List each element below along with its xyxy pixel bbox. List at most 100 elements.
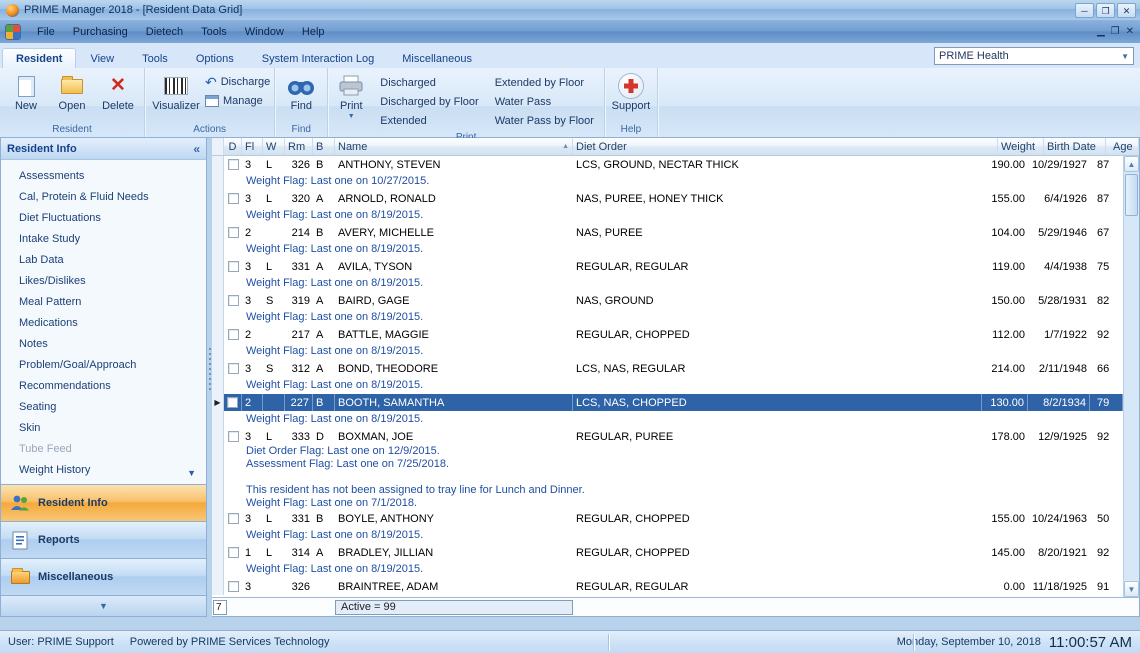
print-button[interactable]: Print ▼ [332,70,370,120]
column-header-name[interactable]: Name ▲ [335,138,573,155]
scroll-down-icon[interactable]: ▼ [1124,581,1139,597]
column-header-rm[interactable]: Rm [285,138,313,155]
row-checkbox[interactable] [227,159,239,170]
cell-rm: 333 [291,430,310,443]
menu-item-window[interactable]: Window [236,23,293,41]
mdi-minimize-icon[interactable]: ▁ [1097,26,1105,37]
grid-row[interactable]: 2 217 A BATTLE, MAGGIE REGULAR, CHOPPED 112.0… [212,326,1123,343]
grid-row[interactable]: 3 S 319 A BAIRD, GAGE NAS, GROUND 150.00 5/28/1… [212,292,1123,309]
profile-dropdown[interactable]: PRIME Health ▼ [934,47,1134,65]
tab-options[interactable]: Options [182,48,248,68]
sidebar-item-weight-history[interactable]: Weight History [1,460,206,481]
manage-button[interactable]: Manage [205,95,270,107]
row-checkbox[interactable] [227,261,239,272]
sidebar-item-cal-protein-fluid-needs[interactable]: Cal, Protein & Fluid Needs [1,187,206,208]
sidebar-item-notes[interactable]: Notes [1,334,206,355]
close-icon[interactable]: ✕ [1117,2,1136,18]
column-header-diet-order[interactable]: Diet Order [573,138,998,155]
column-header-w[interactable]: W [263,138,285,155]
sidebar-nav-resident-info[interactable]: Resident Info [1,484,206,521]
column-header-fl[interactable]: Fl [242,138,263,155]
print-option-extended-by-floor[interactable]: Extended by Floor [495,74,594,93]
collapse-left-icon[interactable]: « [193,142,200,156]
sidebar-item-skin[interactable]: Skin [1,418,206,439]
visualizer-button[interactable]: Visualizer [149,70,203,112]
cell-name: ARNOLD, RONALD [338,192,436,205]
scroll-up-icon[interactable]: ▲ [1124,156,1139,172]
grid-row[interactable]: 3 L 320 A ARNOLD, RONALD NAS, PUREE, HONEY TH… [212,190,1123,207]
print-option-discharged[interactable]: Discharged [380,74,478,93]
sidebar-item-medications[interactable]: Medications [1,313,206,334]
flag-line: Assessment Flag: Last one on 7/25/2018. [246,458,450,470]
sidebar-item-recommendations[interactable]: Recommendations [1,376,206,397]
row-checkbox[interactable] [227,431,239,442]
row-checkbox[interactable] [227,397,238,408]
grid-row[interactable]: 1 L 314 A BRADLEY, JILLIAN REGULAR, CHOPPED 14… [212,544,1123,561]
column-header-b[interactable]: B [313,138,335,155]
chevron-down-icon[interactable]: ▼ [1,595,206,616]
minimize-icon[interactable]: ─ [1075,2,1094,18]
sidebar-item-assessments[interactable]: Assessments [1,166,206,187]
status-powered: Powered by PRIME Services Technology [129,636,330,648]
tab-resident[interactable]: Resident [2,48,77,68]
tab-tools[interactable]: Tools [128,48,182,68]
delete-button[interactable]: ✕ Delete [96,70,140,113]
mdi-close-icon[interactable]: ✕ [1126,26,1134,37]
row-checkbox[interactable] [227,329,239,340]
row-checkbox[interactable] [227,363,239,374]
sidebar-item-likes-dislikes[interactable]: Likes/Dislikes [1,271,206,292]
flag-text: Weight Flag: Last one on 8/19/2015. [224,527,423,544]
grid-row[interactable]: 3 L 331 A AVILA, TYSON REGULAR, REGULAR 119.00… [212,258,1123,275]
sidebar-item-seating[interactable]: Seating [1,397,206,418]
tab-miscellaneous[interactable]: Miscellaneous [388,48,486,68]
row-checkbox[interactable] [227,193,239,204]
grid-row[interactable]: 3 L 326 B ANTHONY, STEVEN LCS, GROUND, NECTAR… [212,156,1123,173]
discharge-button[interactable]: ↶ Discharge [205,75,270,89]
sidebar-item-diet-fluctuations[interactable]: Diet Fluctuations [1,208,206,229]
new-button[interactable]: New [4,70,48,112]
vertical-scrollbar[interactable]: ▲ ▼ [1123,156,1139,597]
row-checkbox[interactable] [227,227,239,238]
sidebar-item-tube-feed[interactable]: Tube Feed [1,439,206,460]
column-header-weight[interactable]: Weight [998,138,1044,155]
sidebar-item-lab-data[interactable]: Lab Data [1,250,206,271]
row-checkbox[interactable] [227,295,239,306]
find-button[interactable]: Find [279,70,323,112]
menu-item-dietech[interactable]: Dietech [137,23,192,41]
row-checkbox[interactable] [227,581,239,592]
support-button[interactable]: Support [609,70,653,112]
flag-row: Weight Flag: Last one on 8/19/2015. [212,343,1123,360]
menu-item-tools[interactable]: Tools [192,23,236,41]
restore-icon[interactable]: ❐ [1096,2,1115,18]
chevron-down-icon[interactable]: ▼ [187,468,196,478]
grid-row[interactable]: 3 S 312 A BOND, THEODORE LCS, NAS, REGULAR 214… [212,360,1123,377]
grid-row[interactable]: 3 326 BRAINTREE, ADAM REGULAR, REGULAR 0.00 1… [212,578,1123,595]
grid-row[interactable]: 2 214 B AVERY, MICHELLE NAS, PUREE 104.00 5/29… [212,224,1123,241]
tab-system-interaction-log[interactable]: System Interaction Log [248,48,389,68]
print-option-discharged-by-floor[interactable]: Discharged by Floor [380,93,478,112]
grid-row[interactable]: 3 L 333 D BOXMAN, JOE REGULAR, PUREE 178.00 12/… [212,428,1123,445]
row-checkbox[interactable] [227,513,239,524]
menu-item-help[interactable]: Help [293,23,334,41]
column-header-d[interactable]: D [224,138,242,155]
row-check-cell [224,326,242,343]
column-header-birth-date[interactable]: Birth Date [1044,138,1106,155]
menu-item-file[interactable]: File [28,23,64,41]
print-option-water-pass[interactable]: Water Pass [495,93,594,112]
sidebar-item-intake-study[interactable]: Intake Study [1,229,206,250]
menu-item-purchasing[interactable]: Purchasing [64,23,137,41]
tab-view[interactable]: View [76,48,128,68]
sidebar-item-problem-goal-approach[interactable]: Problem/Goal/Approach [1,355,206,376]
row-checkbox[interactable] [227,547,239,558]
mdi-restore-icon[interactable]: ❐ [1111,26,1120,37]
sidebar-nav-reports[interactable]: Reports [1,521,206,558]
grid-row[interactable]: 3 L 331 B BOYLE, ANTHONY REGULAR, CHOPPED 155.… [212,510,1123,527]
grid-row[interactable]: ▶ 2 227 B BOOTH, SAMANTHA LCS, NAS, CHOPPED 13… [212,394,1123,411]
column-header-age[interactable]: Age [1106,138,1139,155]
sidebar-item-meal-pattern[interactable]: Meal Pattern [1,292,206,313]
print-option-water-pass-by-floor[interactable]: Water Pass by Floor [495,112,594,131]
scrollbar-thumb[interactable] [1125,174,1138,216]
sidebar-nav-miscellaneous[interactable]: Miscellaneous [1,558,206,595]
open-button[interactable]: Open [50,70,94,112]
print-option-extended[interactable]: Extended [380,112,478,131]
